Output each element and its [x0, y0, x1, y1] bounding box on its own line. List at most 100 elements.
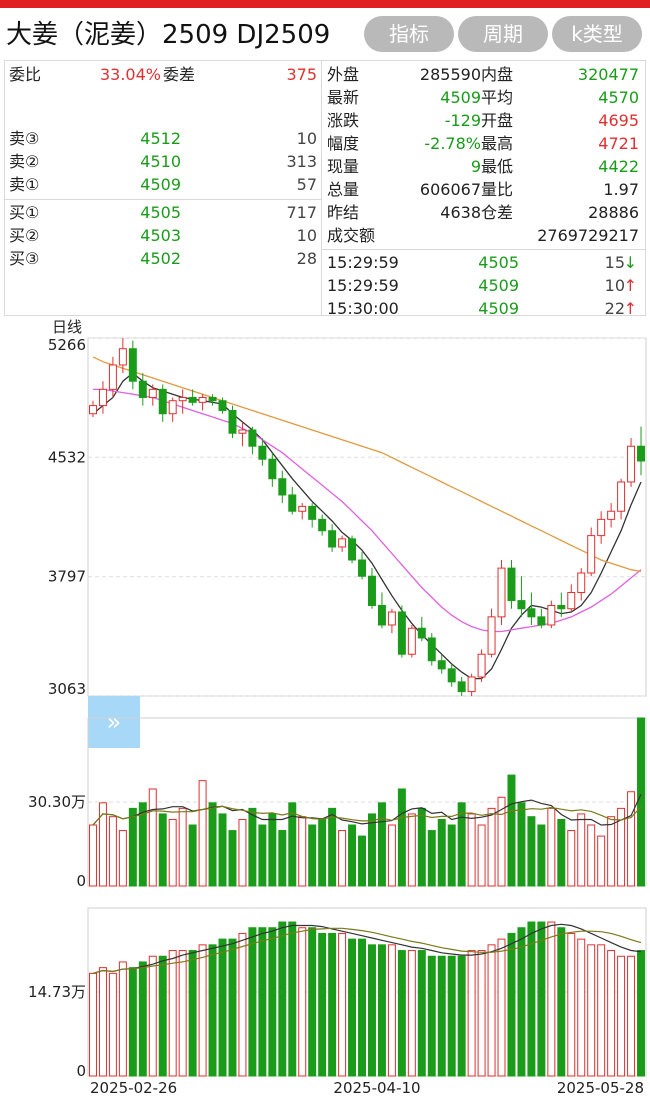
volume-bar — [228, 830, 237, 887]
oi-bar — [387, 944, 396, 1077]
k-type-button[interactable]: k类型 — [552, 16, 642, 52]
volume-bar — [417, 807, 426, 887]
oi-bar — [537, 921, 546, 1077]
x-tick-label: 2025-02-26 — [90, 1079, 177, 1097]
candle — [577, 572, 586, 593]
oi-bar — [148, 955, 157, 1077]
oi-bar — [268, 927, 277, 1077]
candle — [487, 616, 496, 655]
stat-value: 4422 — [598, 157, 639, 176]
oi-bar — [577, 938, 586, 1077]
sell-price: 4512 — [140, 129, 181, 148]
stat-label: 平均 — [481, 88, 514, 107]
volume-bar — [517, 802, 526, 887]
candle — [178, 396, 187, 402]
oi-bar — [108, 972, 117, 1077]
oi-bar — [447, 955, 456, 1077]
volume-bar — [288, 802, 297, 887]
volume-bar — [248, 807, 257, 887]
oi-bar — [627, 955, 636, 1077]
period-button[interactable]: 周期 — [458, 16, 548, 52]
candle — [308, 505, 317, 520]
oi-bar — [218, 938, 227, 1077]
candle — [537, 616, 546, 626]
candle — [367, 575, 376, 606]
sell-row: 卖① 4509 57 — [9, 173, 321, 197]
stat-label: 昨结 — [327, 203, 360, 222]
oi-bar — [118, 961, 127, 1077]
stat-row: 总量 606067 量比 1.97 — [327, 178, 643, 202]
oi-bar — [617, 955, 626, 1077]
buy-price: 4502 — [140, 249, 181, 268]
volume-bar — [168, 818, 177, 887]
kline-panel: 日线5266 4532 3797 3063 » — [48, 318, 647, 748]
candle — [248, 429, 257, 447]
open-interest-panel: 14.73万 02025-02-26 2025-04-10 2025-05-28 — [28, 907, 647, 1097]
oi-bar — [88, 972, 97, 1077]
expand-chevron-icon: » — [107, 708, 122, 736]
x-tick-label: 2025-05-28 — [557, 1079, 644, 1097]
volume-bar — [507, 774, 516, 887]
candle — [358, 559, 367, 577]
oi-bar — [497, 938, 506, 1077]
candle — [258, 445, 267, 460]
y-tick-label: 5266 — [48, 336, 86, 354]
volume-bar — [268, 813, 277, 887]
stat-value: 320477 — [577, 65, 639, 84]
oi-bar — [637, 950, 646, 1077]
stat-label: 涨跌 — [327, 111, 360, 130]
oi-bar — [567, 932, 576, 1077]
stat-label: 现量 — [327, 157, 360, 176]
oi-bar — [437, 955, 446, 1077]
volume-bar — [178, 807, 187, 887]
stat-value: -129 — [444, 111, 481, 130]
volume-bar — [457, 802, 466, 887]
stat-label: 开盘 — [481, 111, 514, 130]
candle — [567, 591, 576, 610]
candle — [467, 676, 476, 693]
indicator-button[interactable]: 指标 — [364, 16, 454, 52]
sell-label: 卖① — [9, 175, 40, 194]
volume-bar — [148, 788, 157, 887]
volume-bar — [557, 818, 566, 887]
oi-bar — [547, 921, 556, 1077]
tick-time: 15:29:59 — [327, 276, 399, 295]
candle — [288, 494, 297, 512]
ma-line-ma20 — [93, 388, 642, 633]
stat-value: 9 — [470, 157, 481, 176]
buy-row: 买② 4503 10 — [9, 224, 321, 248]
stat-label: 最新 — [327, 88, 360, 107]
stat-value: -2.78% — [424, 134, 481, 153]
oi-bar — [168, 950, 177, 1077]
candle — [557, 604, 566, 610]
page-title: 大姜（泥姜）2509 DJ2509 — [6, 20, 331, 50]
stat-label: 幅度 — [327, 134, 360, 153]
charts-area: 日线5266453237973063» 30.30万0 14.73万02025-… — [28, 318, 647, 1097]
candle — [377, 604, 386, 626]
oi-bar — [248, 927, 257, 1077]
candle — [198, 396, 207, 403]
volume-bar — [437, 818, 446, 887]
volume-bar — [377, 802, 386, 887]
stat-label: 仓差 — [481, 203, 514, 222]
stat-row: 涨跌 -129 开盘 4695 — [327, 109, 643, 133]
volume-bar — [338, 830, 347, 887]
sell-volume: 313 — [286, 152, 317, 171]
x-tick-label: 2025-04-10 — [333, 1079, 420, 1097]
y-tick-label: 4532 — [48, 448, 86, 466]
candle — [118, 348, 127, 366]
volume-bar — [88, 824, 97, 887]
candle — [238, 429, 247, 434]
stat-label: 外盘 — [327, 65, 360, 84]
stat-row: 昨结 4638 仓差 28886 — [327, 201, 643, 225]
oi-bar — [188, 950, 197, 1077]
oi-bar — [467, 950, 476, 1077]
panel-divider — [321, 61, 322, 315]
volume-bar — [407, 813, 416, 887]
book-divider — [5, 199, 321, 200]
oi-bar — [597, 944, 606, 1077]
oi-bar — [417, 950, 426, 1077]
oi-bar — [397, 950, 406, 1077]
candle — [138, 380, 147, 398]
stat-value: 4638 — [440, 203, 481, 222]
